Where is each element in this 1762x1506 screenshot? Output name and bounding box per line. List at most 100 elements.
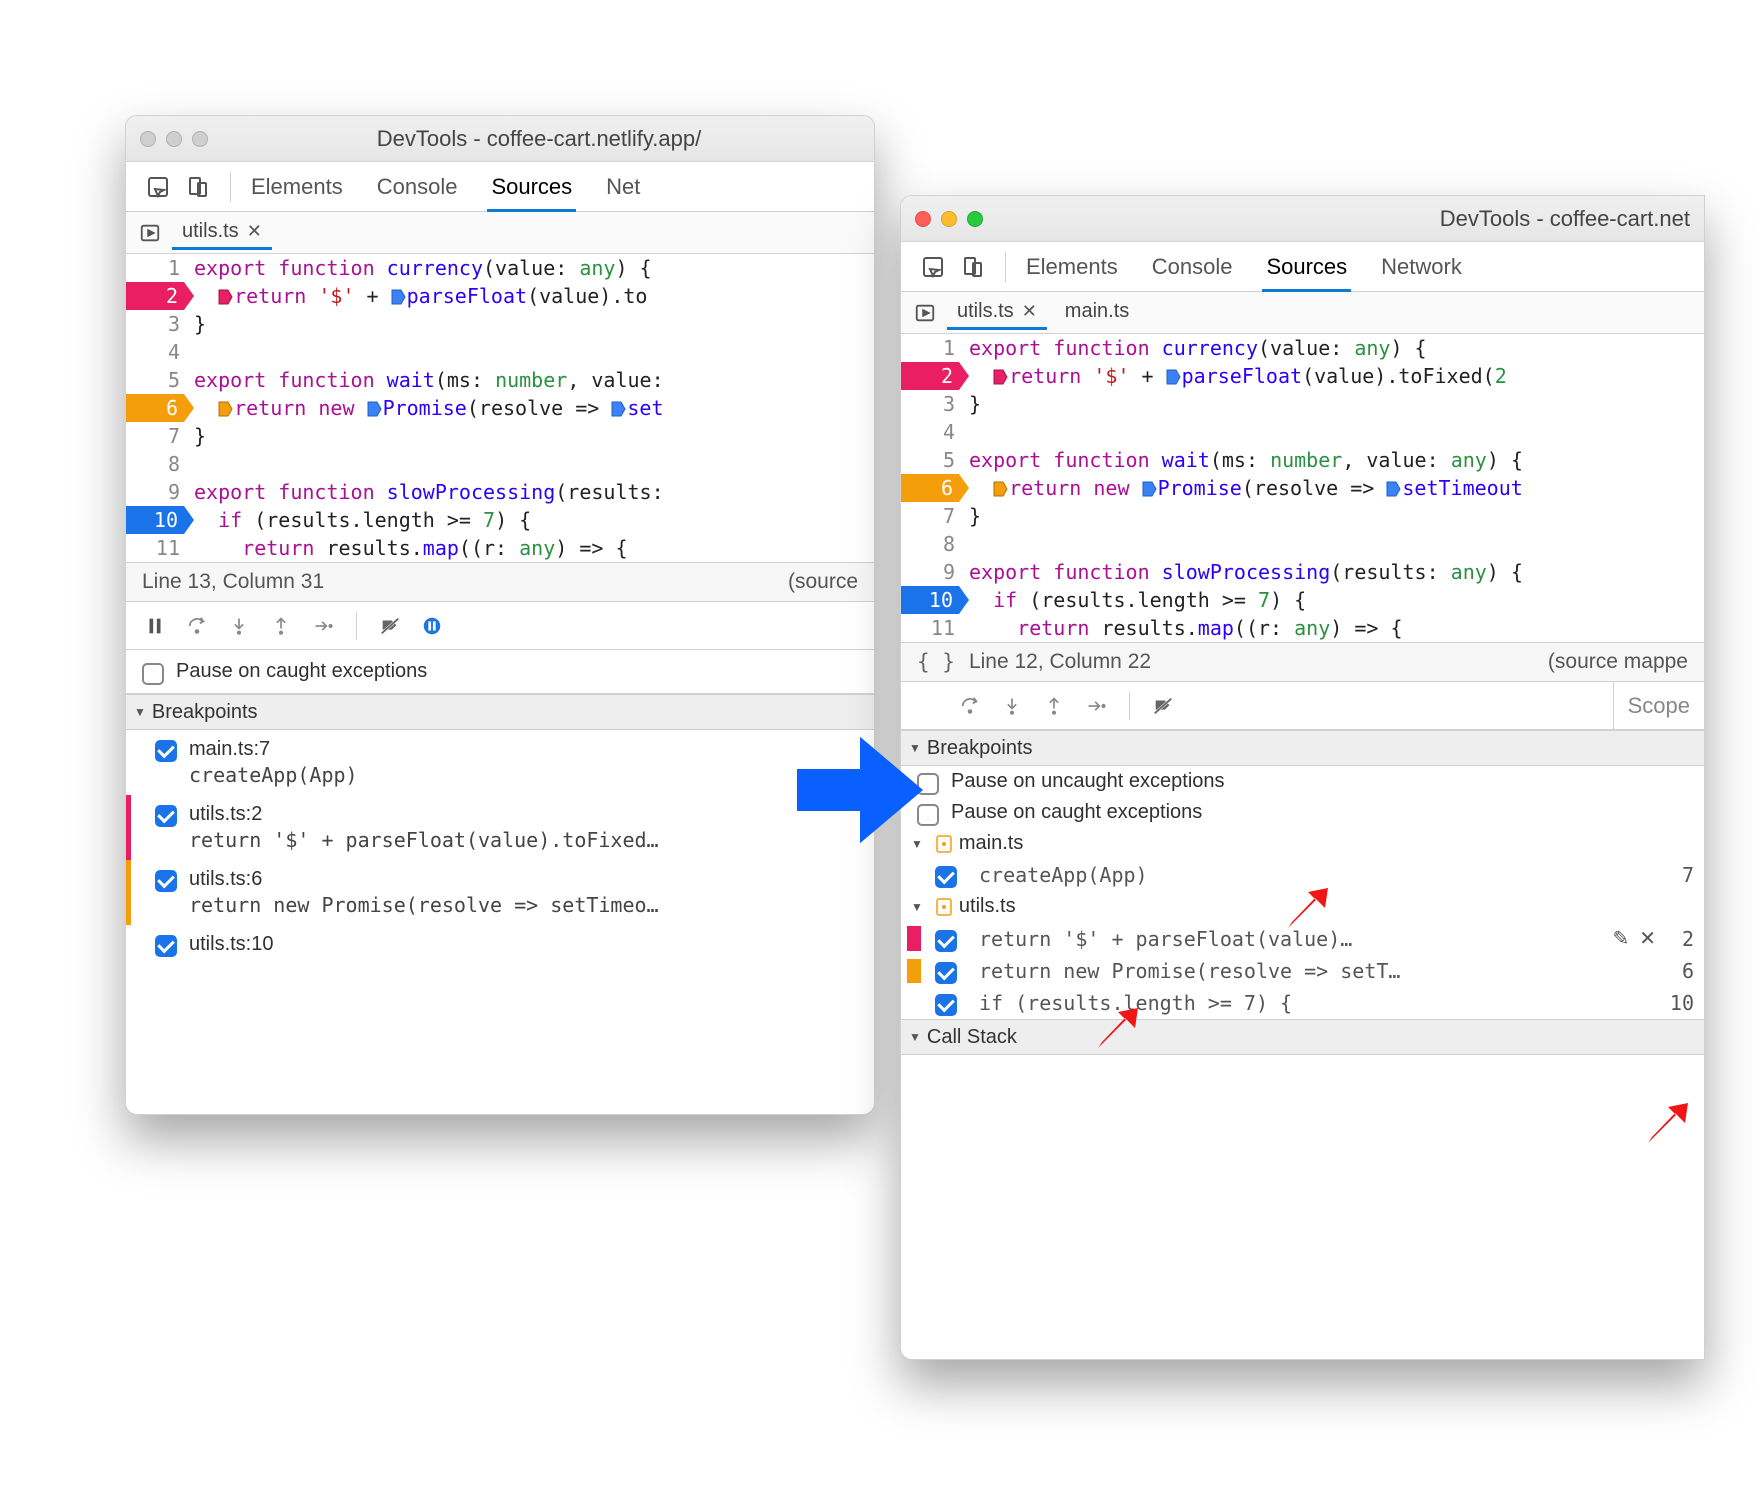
minimize-dot[interactable]	[941, 211, 957, 227]
pretty-print-icon[interactable]: { }	[917, 650, 955, 674]
step-out-icon[interactable]	[1041, 693, 1067, 719]
breakpoint-item[interactable]: main.ts:7createApp(App)	[126, 730, 874, 795]
traffic-lights	[915, 211, 983, 227]
code-line[interactable]: 9export function slowProcessing(results:	[126, 478, 874, 506]
step-into-icon[interactable]	[999, 693, 1025, 719]
code-line[interactable]: 7}	[126, 422, 874, 450]
pause-caught-label: Pause on caught exceptions	[176, 660, 427, 683]
edit-icon[interactable]: ✎	[1612, 926, 1629, 951]
minimize-dot[interactable]	[166, 131, 182, 147]
breakpoints-header[interactable]: ▼Breakpoints	[126, 694, 874, 730]
navigator-toggle-icon[interactable]	[911, 299, 939, 327]
tab-sources[interactable]: Sources	[1262, 242, 1351, 291]
breakpoints-list: main.ts:7createApp(App)utils.ts:2return …	[126, 730, 874, 964]
breakpoint-item[interactable]: utils.ts:10	[126, 925, 874, 964]
breakpoint-item[interactable]: utils.ts:2return '$' + parseFloat(value)…	[126, 795, 874, 860]
code-line[interactable]: 5export function wait(ms: number, value:…	[901, 446, 1704, 474]
step-over-icon[interactable]	[957, 693, 983, 719]
deactivate-breakpoints-icon[interactable]	[1150, 693, 1176, 719]
breakpoint-checkbox[interactable]	[155, 805, 177, 827]
pause-caught-row[interactable]: Pause on caught exceptions	[901, 797, 1704, 828]
file-tab-main.ts[interactable]: main.ts	[1055, 296, 1139, 330]
pause-uncaught-row[interactable]: Pause on uncaught exceptions	[901, 766, 1704, 797]
code-editor[interactable]: 1export function currency(value: any) {2…	[126, 254, 874, 562]
scope-tab[interactable]: Scope	[1613, 682, 1704, 729]
code-line[interactable]: 9export function slowProcessing(results:…	[901, 558, 1704, 586]
pause-exceptions-icon[interactable]	[419, 613, 445, 639]
breakpoint-checkbox[interactable]	[155, 870, 177, 892]
code-line[interactable]: 8	[901, 530, 1704, 558]
tab-console[interactable]: Console	[1148, 242, 1237, 291]
breakpoint-checkbox[interactable]	[155, 935, 177, 957]
step-out-icon[interactable]	[268, 613, 294, 639]
close-icon[interactable]: ✕	[247, 221, 262, 242]
maximize-dot[interactable]	[192, 131, 208, 147]
breakpoint-checkbox[interactable]	[935, 994, 957, 1016]
panel-tabs: Elements Console Sources Net	[247, 162, 644, 211]
code-line[interactable]: 1export function currency(value: any) {	[126, 254, 874, 282]
breakpoint-row[interactable]: return new Promise(resolve => setT…6	[901, 955, 1704, 987]
step-over-icon[interactable]	[184, 613, 210, 639]
transition-arrow	[790, 720, 930, 860]
inspect-icon[interactable]	[917, 251, 949, 283]
code-line[interactable]: 6 return new Promise(resolve => set	[126, 394, 874, 422]
close-dot[interactable]	[915, 211, 931, 227]
callstack-header[interactable]: ▼Call Stack	[901, 1019, 1704, 1055]
maximize-dot[interactable]	[967, 211, 983, 227]
close-icon[interactable]: ✕	[1022, 301, 1037, 322]
breakpoints-header[interactable]: ▼Breakpoints	[901, 730, 1704, 766]
navigator-toggle-icon[interactable]	[136, 219, 164, 247]
device-toggle-icon[interactable]	[182, 171, 214, 203]
code-line[interactable]: 10 if (results.length >= 7) {	[901, 586, 1704, 614]
pause-caught-row[interactable]: Pause on caught exceptions	[126, 650, 874, 694]
tab-elements[interactable]: Elements	[247, 162, 347, 211]
code-line[interactable]: 2 return '$' + parseFloat(value).to	[126, 282, 874, 310]
code-line[interactable]: 11 return results.map((r: any) => {	[126, 534, 874, 562]
breakpoint-row[interactable]: if (results.length >= 7) {10	[901, 987, 1704, 1019]
tab-sources[interactable]: Sources	[487, 162, 576, 211]
editor-statusbar: { } Line 12, Column 22 (source mappe	[901, 642, 1704, 682]
devtools-window-old: DevTools - coffee-cart.netlify.app/ Elem…	[125, 115, 875, 1115]
code-line[interactable]: 7}	[901, 502, 1704, 530]
code-line[interactable]: 5export function wait(ms: number, value:	[126, 366, 874, 394]
tab-console[interactable]: Console	[373, 162, 462, 211]
code-line[interactable]: 11 return results.map((r: any) => {	[901, 614, 1704, 642]
close-dot[interactable]	[140, 131, 156, 147]
code-line[interactable]: 4	[901, 418, 1704, 446]
file-tabs: utils.ts✕main.ts	[901, 292, 1704, 334]
code-line[interactable]: 3}	[901, 390, 1704, 418]
debugger-toolbar: Scope	[901, 682, 1704, 730]
device-toggle-icon[interactable]	[957, 251, 989, 283]
file-tab-utils.ts[interactable]: utils.ts✕	[172, 216, 272, 250]
cursor-position: Line 13, Column 31	[142, 570, 324, 594]
tab-elements[interactable]: Elements	[1022, 242, 1122, 291]
inspect-icon[interactable]	[142, 171, 174, 203]
file-tab-utils.ts[interactable]: utils.ts✕	[947, 296, 1047, 330]
tab-net[interactable]: Net	[602, 162, 644, 211]
source-map-info: (source	[788, 570, 858, 594]
cursor-position: Line 12, Column 22	[969, 650, 1151, 674]
code-line[interactable]: 8	[126, 450, 874, 478]
step-icon[interactable]	[1083, 693, 1109, 719]
breakpoint-item[interactable]: utils.ts:6return new Promise(resolve => …	[126, 860, 874, 925]
code-line[interactable]: 1export function currency(value: any) {	[901, 334, 1704, 362]
breakpoint-group-header[interactable]: ▼main.ts	[901, 828, 1704, 859]
pause-caught-checkbox[interactable]	[142, 663, 164, 685]
code-editor[interactable]: 1export function currency(value: any) {2…	[901, 334, 1704, 642]
code-line[interactable]: 3}	[126, 310, 874, 338]
deactivate-breakpoints-icon[interactable]	[377, 613, 403, 639]
breakpoint-checkbox[interactable]	[155, 740, 177, 762]
breakpoint-checkbox[interactable]	[935, 930, 957, 952]
code-line[interactable]: 6 return new Promise(resolve => setTimeo…	[901, 474, 1704, 502]
tab-network[interactable]: Network	[1377, 242, 1466, 291]
breakpoint-checkbox[interactable]	[935, 866, 957, 888]
step-into-icon[interactable]	[226, 613, 252, 639]
code-line[interactable]: 10 if (results.length >= 7) {	[126, 506, 874, 534]
pause-icon[interactable]	[142, 613, 168, 639]
breakpoint-checkbox[interactable]	[935, 962, 957, 984]
editor-statusbar: Line 13, Column 31 (source	[126, 562, 874, 602]
step-icon[interactable]	[310, 613, 336, 639]
remove-icon[interactable]: ✕	[1639, 926, 1656, 951]
code-line[interactable]: 2 return '$' + parseFloat(value).toFixed…	[901, 362, 1704, 390]
code-line[interactable]: 4	[126, 338, 874, 366]
